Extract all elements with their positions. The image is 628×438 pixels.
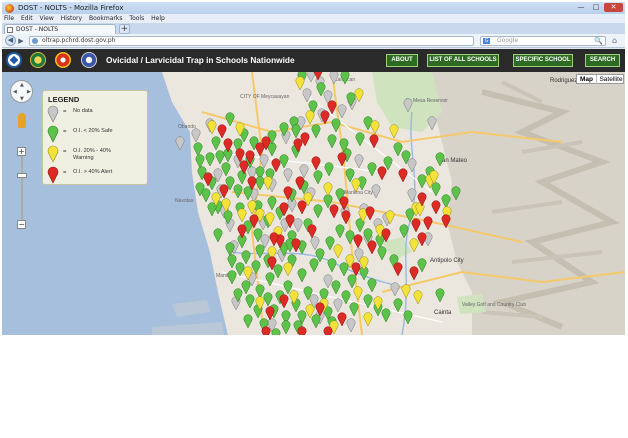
red-pin-icon xyxy=(47,166,59,184)
tab-title: DOST - NOLTS xyxy=(16,26,58,33)
map-type-map-button[interactable]: Map xyxy=(577,75,597,84)
close-window-button[interactable]: ✕ xyxy=(604,3,623,12)
yellow-pin-icon xyxy=(47,145,59,163)
site-identity-icon[interactable] xyxy=(32,38,38,44)
street-view-pegman-icon[interactable] xyxy=(18,113,26,128)
about-button[interactable]: ABOUT xyxy=(386,54,418,67)
window-title-bar: DOST - NOLTS - Mozilla Firefox — □ ✕ xyxy=(2,2,625,14)
menu-history[interactable]: History xyxy=(61,15,82,22)
place-navotas: Navotas xyxy=(175,198,194,204)
legend-label: O.I. 20% - 40% Warning xyxy=(73,148,111,161)
place-cainta: Cainta xyxy=(434,310,452,316)
red-school-marker[interactable] xyxy=(261,326,271,335)
map-type-satellite-button[interactable]: Satellite xyxy=(598,75,624,84)
window-title: DOST - NOLTS - Mozilla Firefox xyxy=(18,4,124,12)
specific-school-button[interactable]: SPECIFIC SCHOOL xyxy=(513,54,573,67)
menu-help[interactable]: Help xyxy=(151,15,165,22)
pan-left-icon[interactable]: ◀ xyxy=(13,89,17,95)
forward-button[interactable]: ▶ xyxy=(17,36,25,46)
place-valley-golf: Valley Golf and Country Club xyxy=(462,302,526,308)
address-bar[interactable]: oltrap.pchrd.dost.gov.ph ☆ ↻ xyxy=(29,36,496,46)
legend-title: LEGEND xyxy=(48,95,80,104)
place-rodriguez: Rodriguez xyxy=(550,78,577,84)
map-canvas[interactable]: Rodriguez CITY OF Meycauayan Obando Calo… xyxy=(2,72,625,335)
list-of-all-schools-button[interactable]: LIST OF ALL SCHOOLS xyxy=(427,54,499,67)
legend-item-warning: = O.I. 20% - 40% Warning xyxy=(47,145,147,163)
search-button[interactable]: SEARCH xyxy=(585,54,620,67)
legend-label: O.I. > 40% Alert xyxy=(73,169,113,175)
legend-item-alert: = O.I. > 40% Alert xyxy=(47,166,147,184)
new-tab-button[interactable]: + xyxy=(119,24,130,34)
search-input[interactable]: G Google 🔍 xyxy=(480,36,606,46)
site-header: Ovicidal / Larvicidal Trap in Schools Na… xyxy=(2,49,625,72)
maximize-button[interactable]: □ xyxy=(589,3,603,12)
green-school-marker[interactable] xyxy=(271,328,281,335)
search-placeholder: Google xyxy=(497,37,519,44)
page-icon xyxy=(7,27,13,33)
pan-control[interactable]: ▲ ▼ ◀ ▶ xyxy=(10,80,33,103)
pan-up-icon[interactable]: ▲ xyxy=(20,82,24,88)
site-title: Ovicidal / Larvicidal Trap in Schools Na… xyxy=(106,55,295,65)
place-antipolo: Antipolo City xyxy=(430,258,464,264)
tab-bar: DOST - NOLTS + xyxy=(2,23,625,34)
red-school-marker[interactable] xyxy=(297,326,307,335)
legend-label: O.I. < 20% Safe xyxy=(73,128,113,134)
red-school-marker[interactable] xyxy=(323,326,333,335)
map-type-control: Map Satellite xyxy=(576,74,624,84)
search-icon[interactable]: 🔍 xyxy=(594,37,603,45)
agency-seal-red xyxy=(55,52,71,68)
legend-equals: = xyxy=(63,109,67,115)
menu-bookmarks[interactable]: Bookmarks xyxy=(89,15,123,22)
firefox-icon xyxy=(5,4,14,13)
url-text: oltrap.pchrd.dost.gov.ph xyxy=(42,37,116,44)
zoom-slider-handle[interactable] xyxy=(17,173,27,178)
pan-down-icon[interactable]: ▼ xyxy=(20,96,24,102)
menu-view[interactable]: View xyxy=(40,15,54,22)
legend-label: No data xyxy=(73,108,93,114)
pan-right-icon[interactable]: ▶ xyxy=(27,89,31,95)
menu-file[interactable]: File xyxy=(4,15,14,22)
zoom-slider-track[interactable] xyxy=(21,156,23,220)
place-obando: Obando xyxy=(178,124,196,130)
minimize-button[interactable]: — xyxy=(574,3,588,12)
tab-dost-nolts[interactable]: DOST - NOLTS xyxy=(4,24,116,34)
map-legend: LEGEND = No data = O.I. < 20% Safe = O.I… xyxy=(42,90,148,185)
place-marikina: Marikina City xyxy=(344,190,373,196)
green-pin-icon xyxy=(47,125,59,143)
browser-window: DOST - NOLTS - Mozilla Firefox — □ ✕ Fil… xyxy=(2,2,625,335)
zoom-in-button[interactable]: + xyxy=(17,147,26,156)
legend-equals: = xyxy=(63,129,67,135)
menu-edit[interactable]: Edit xyxy=(21,15,33,22)
zoom-out-button[interactable]: − xyxy=(17,220,26,229)
legend-item-safe: = O.I. < 20% Safe xyxy=(47,125,147,143)
agency-seal-blue xyxy=(81,52,97,68)
back-button[interactable]: ◀ xyxy=(5,35,16,46)
agency-seal-green xyxy=(30,52,46,68)
dost-logo xyxy=(6,52,22,68)
menu-tools[interactable]: Tools xyxy=(129,15,144,22)
legend-equals: = xyxy=(63,170,67,176)
place-meycauayan: CITY OF Meycauayan xyxy=(240,94,290,100)
legend-equals: = xyxy=(63,149,67,155)
google-engine-icon[interactable]: G xyxy=(483,38,490,44)
home-button[interactable]: ⌂ xyxy=(612,36,622,46)
navigation-toolbar: ◀ ▶ oltrap.pchrd.dost.gov.ph ☆ ↻ G Googl… xyxy=(2,34,625,48)
menu-bar: File Edit View History Bookmarks Tools H… xyxy=(2,14,625,23)
gray-pin-icon xyxy=(47,105,59,123)
legend-item-no-data: = No data xyxy=(47,105,147,123)
